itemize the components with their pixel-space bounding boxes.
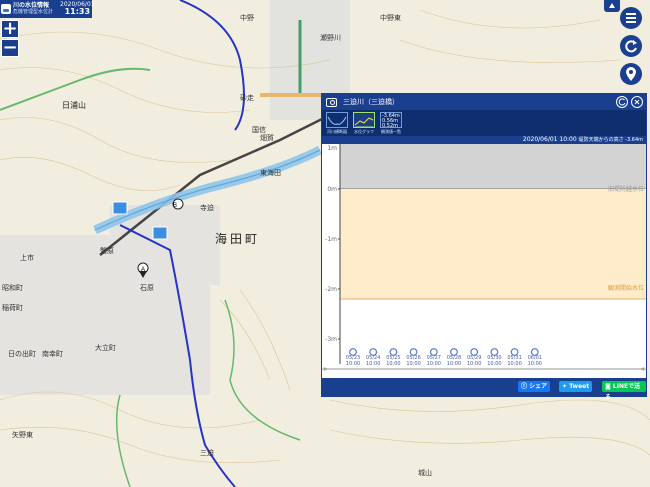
tool-water-graph[interactable]: 水位グラフ: [352, 110, 376, 136]
level-note: 堤防天端からの高さ -3.64m: [578, 137, 643, 143]
map-label: 昭和町: [2, 283, 23, 292]
river-logo-icon: [1, 4, 11, 14]
close-icon: [634, 99, 640, 105]
x-tick-label: 10:00: [467, 361, 481, 367]
map-label: 三迫: [200, 448, 214, 457]
tool-label: 河川横断図: [327, 129, 347, 134]
tool-observation-list[interactable]: -3.64m 0.56m 0.52m 観測値一覧: [379, 110, 403, 136]
band-label-mid: 観測開始水位: [608, 284, 644, 292]
y-tick-label: -3m: [325, 336, 337, 343]
map-label: 東海田: [260, 168, 281, 177]
y-tick-label: 0m: [327, 186, 337, 193]
app-header: 川の水位情報 危機管理型水位計 2020/06/01 11:33: [0, 0, 95, 18]
line-send-button[interactable]: ◙ LINEで送る: [602, 381, 646, 401]
app-title: 川の水位情報: [13, 2, 50, 9]
tool-label: 水位グラフ: [354, 129, 374, 134]
x-tick-label: 10:00: [487, 361, 501, 367]
refresh-icon: [625, 40, 637, 53]
app-subtitle: 危機管理型水位計: [13, 9, 54, 15]
observation-values: -3.64m 0.56m 0.52m: [381, 113, 401, 130]
map-label: 瀬野川: [320, 33, 341, 42]
zoom-out-button[interactable]: −: [1, 39, 19, 57]
line-icon: ◙: [605, 383, 613, 390]
current-time: 11:33: [64, 7, 91, 16]
map-label: 中野: [240, 13, 254, 22]
map-label: 矢野東: [12, 430, 33, 439]
x-tick-label: 10:00: [386, 361, 400, 367]
map-label: 砂走: [240, 93, 254, 102]
line-graph-icon: [354, 117, 374, 128]
panel-title: 三迫川（三迫橋）: [343, 98, 399, 106]
map-label: 畑賀: [260, 133, 274, 142]
observation-datetime-bar: 2020/06/01 10:00 堤防天端からの高さ -3.64m: [322, 136, 646, 144]
camera-icon[interactable]: [326, 97, 337, 107]
share-bar: ⓕ シェア ✦ Tweet ◙ LINEで送る: [322, 378, 646, 401]
map-label: 国信: [252, 125, 266, 134]
map-label: 城山: [418, 468, 432, 477]
x-tick-label: 10:00: [366, 361, 380, 367]
map-label: 寺迫: [200, 203, 214, 212]
x-tick-label: 10:00: [346, 361, 360, 367]
x-tick-label: 10:00: [507, 361, 521, 367]
obs-value: 0.52m: [382, 123, 399, 129]
map-label: 稲荷町: [2, 303, 23, 312]
location-pin-icon: [626, 67, 636, 81]
current-datetime: 2020/06/01 11:33: [60, 1, 95, 16]
facebook-share-button[interactable]: ⓕ シェア: [518, 381, 551, 392]
x-tick-label: 10:00: [447, 361, 461, 367]
water-level-panel: 三迫川（三迫橋） 河川横断図 水位グラフ -3.64m 0.56m 0.52m …: [321, 93, 647, 401]
tweet-label: Tweet: [569, 383, 590, 390]
y-tick-label: -1m: [325, 236, 337, 243]
cross-section-icon: [327, 116, 347, 125]
tool-cross-section[interactable]: 河川横断図: [325, 110, 349, 136]
tweet-button[interactable]: ✦ Tweet: [559, 381, 593, 392]
facebook-icon: ⓕ: [521, 383, 530, 390]
x-tick-label: 10:00: [528, 361, 542, 367]
panel-header: 三迫川（三迫橋）: [322, 94, 646, 110]
menu-icon: [626, 13, 636, 23]
refresh-icon: [618, 98, 626, 106]
zoom-in-button[interactable]: +: [1, 20, 19, 38]
collapse-up-button[interactable]: [604, 0, 620, 12]
map-label: 上市: [20, 253, 34, 262]
marker-a-label[interactable]: A: [141, 267, 145, 273]
mountain-label: 日浦山: [62, 100, 86, 110]
map-label: 蟹原: [100, 246, 114, 255]
marker-b-label[interactable]: B: [173, 203, 177, 209]
location-button[interactable]: [620, 63, 642, 85]
map-label: 日の出町: [8, 349, 36, 358]
band-label-top: 旧堤防越水位: [608, 185, 644, 193]
water-level-chart: 0m-1m-2m-3m1m 旧堤防越水位 観測開始水位 05/2310:0005…: [322, 144, 646, 372]
y-tick-label: -2m: [325, 286, 337, 293]
panel-refresh-button[interactable]: [616, 96, 628, 108]
chart-band-0: [340, 144, 646, 189]
share-label: シェア: [529, 383, 548, 390]
x-tick-label: 10:00: [406, 361, 420, 367]
map-label: 大立町: [95, 343, 116, 352]
map-label: 中野東: [380, 13, 401, 22]
panel-toolbar: 河川横断図 水位グラフ -3.64m 0.56m 0.52m 観測値一覧: [322, 110, 646, 136]
observation-datetime: 2020/06/01 10:00: [522, 136, 577, 143]
chart-band-1: [340, 189, 646, 299]
menu-button[interactable]: [620, 7, 642, 29]
panel-close-button[interactable]: [631, 96, 643, 108]
map-label: 石原: [140, 284, 154, 292]
refresh-button[interactable]: [620, 35, 642, 57]
town-label: 海田町: [215, 231, 260, 246]
map-label: 南幸町: [42, 349, 63, 358]
x-tick-label: 10:00: [427, 361, 441, 367]
y-tick-label: 1m: [327, 145, 337, 152]
